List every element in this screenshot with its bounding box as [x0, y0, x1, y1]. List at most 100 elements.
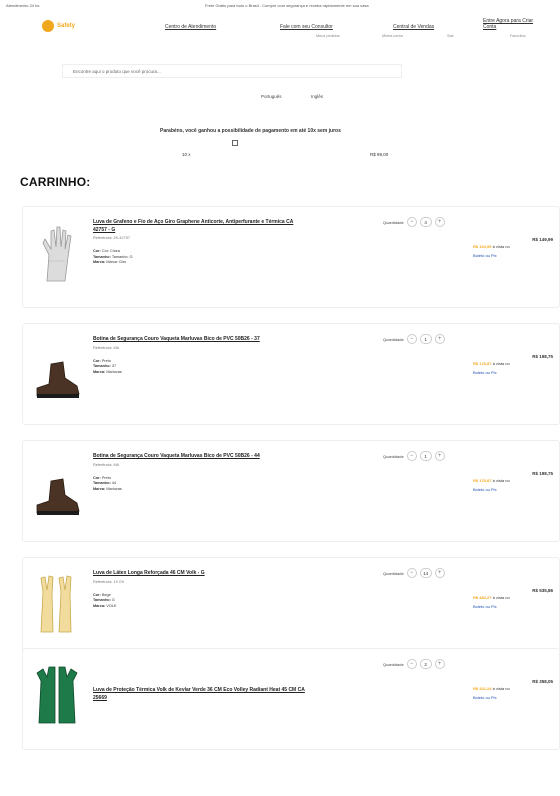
language-option-pt[interactable]: Português [261, 94, 282, 99]
attr-size: 44 [111, 481, 117, 485]
attr-label: Marca: [93, 486, 106, 491]
decrement-button[interactable]: − [406, 334, 417, 344]
quantity-value[interactable]: 1 [419, 451, 432, 461]
attr-color: Cor: Cinza [101, 249, 120, 253]
nav-link-vendas[interactable]: Central de Vendas [393, 24, 434, 30]
payment-method-link[interactable]: Boleto ou Pix [461, 604, 553, 609]
increment-button[interactable]: + [434, 568, 445, 578]
product-boot-image[interactable] [33, 455, 81, 519]
decrement-button[interactable]: − [406, 659, 417, 669]
promo-banner: Parabéns, você ganhou a possibilidade de… [160, 128, 341, 146]
payment-method-link[interactable]: Boleto ou Pix [461, 695, 553, 700]
quantity-label: Quantidade [383, 336, 404, 342]
increment-button[interactable]: + [434, 451, 445, 461]
quantity-stepper: Quantidade − 2 + [383, 659, 445, 669]
product-name[interactable]: Luva de Proteção Térmica Volk de Kevlar … [93, 687, 308, 702]
language-option-en[interactable]: Inglês [311, 94, 323, 99]
product-attributes: Cor: Cor: Cinza Tamanho: Tamanho: G Marc… [93, 249, 308, 266]
quantity-label: Quantidade [383, 570, 404, 576]
product-ref: Referência: MA [93, 345, 120, 350]
search-input[interactable]: Encontre aqui o produto que você procura… [62, 64, 402, 78]
price-total: R$ 198,75 [532, 354, 553, 359]
increment-button[interactable]: + [434, 217, 445, 227]
attr-brand: VOLK [106, 603, 117, 608]
increment-button[interactable]: + [434, 659, 445, 669]
price-discount-row: R$ 134,99 à vista no [461, 244, 553, 249]
product-name[interactable]: Luva de Grafeno e Fio de Aço Giro Graphe… [93, 219, 308, 234]
nav-link-consultor[interactable]: Fale com seu Consultor [280, 24, 333, 30]
product-name[interactable]: Botina de Segurança Couro Vaqueta Marluv… [93, 336, 308, 344]
payment-method-link[interactable]: Boleto ou Pix [461, 370, 553, 375]
quantity-value[interactable]: 2 [419, 659, 432, 669]
subnav-favoritos[interactable]: Favoritos [510, 34, 526, 38]
quantity-stepper: Quantidade − 14 + [383, 568, 445, 578]
attr-color: Preto [101, 358, 111, 363]
increment-button[interactable]: + [434, 334, 445, 344]
product-thermal-glove-image[interactable] [33, 663, 81, 727]
product-ref: Referência: 2K-42757 [93, 236, 130, 240]
product-latex-glove-image[interactable] [33, 572, 81, 636]
product-glove-image[interactable] [33, 221, 81, 285]
attr-brand: Marluvas [106, 486, 122, 491]
product-attributes: Cor: Preto Tamanho: 37 Marca: Marluvas [93, 359, 308, 376]
price-after: à vista no [492, 361, 510, 366]
decrement-button[interactable]: − [406, 451, 417, 461]
decrement-button[interactable]: − [406, 217, 417, 227]
price-after: à vista no [492, 595, 510, 600]
price-highlight: R$ 482,27 [473, 595, 492, 600]
subnav-sair[interactable]: Sair [447, 34, 454, 38]
price-block: R$ 198,75 R$ 178,87 à vista no Boleto ou… [461, 471, 553, 492]
attr-color: Bege [101, 592, 111, 597]
product-name[interactable]: Luva de Látex Longa Reforçada 46 CM Volk… [93, 570, 308, 578]
item-info: Luva de Grafeno e Fio de Aço Giro Graphe… [93, 219, 308, 266]
quantity-value[interactable]: 4 [419, 217, 432, 227]
logo-mark-icon [42, 20, 54, 32]
nav-link-criar-conta[interactable]: Entre Agora para Criar Conta [483, 18, 543, 30]
cart-item: Luva de Proteção Térmica Volk de Kevlar … [22, 648, 560, 750]
price-highlight: R$ 134,99 [473, 244, 492, 249]
info-icon[interactable] [232, 140, 238, 146]
price-total: R$ 535,86 [532, 588, 553, 593]
cart-item: Botina de Segurança Couro Vaqueta Marluv… [22, 323, 560, 425]
subnav-minha-conta[interactable]: Minha conta [382, 34, 403, 38]
attr-label: Cor: [93, 249, 101, 253]
attr-label: Tamanho: [93, 254, 111, 259]
price-after: à vista no [492, 686, 510, 691]
top-bar: Atendimento 24 hs Frete Grátis para todo… [0, 0, 560, 10]
quantity-value[interactable]: 1 [419, 334, 432, 344]
logo[interactable]: Safety [42, 20, 75, 32]
payment-method-link[interactable]: Boleto ou Pix [461, 253, 553, 258]
cart-title: CARRINHO: [20, 175, 91, 189]
price-after: à vista no [492, 478, 510, 483]
price-highlight: R$ 322,24 [473, 686, 492, 691]
cart-item: Luva de Grafeno e Fio de Aço Giro Graphe… [22, 206, 560, 308]
nav-link-atendimento[interactable]: Centro de Atendimento [165, 24, 216, 30]
item-info: Luva de Proteção Térmica Volk de Kevlar … [93, 687, 308, 702]
promo-value: R$ 89,00 [370, 152, 389, 157]
promo-text: Parabéns, você ganhou a possibilidade de… [160, 128, 341, 134]
attr-label: Cor: [93, 475, 101, 480]
payment-method-link[interactable]: Boleto ou Pix [461, 487, 553, 492]
attr-size: Tamanho: G [111, 254, 133, 259]
product-name[interactable]: Botina de Segurança Couro Vaqueta Marluv… [93, 453, 308, 461]
attr-label: Cor: [93, 358, 101, 363]
logo-text: Safety [57, 23, 76, 29]
item-info: Botina de Segurança Couro Vaqueta Marluv… [93, 336, 308, 375]
subnav-meus-pedidos[interactable]: Meus pedidos [316, 34, 340, 38]
quantity-stepper: Quantidade − 4 + [383, 217, 445, 227]
attr-label: Marca: [93, 369, 106, 374]
attr-label: Marca: [93, 260, 106, 264]
attr-label: Tamanho: [93, 364, 111, 368]
attr-label: Tamanho: [93, 481, 111, 485]
product-ref: Referência: MA [93, 462, 120, 467]
cart-item: Luva de Látex Longa Reforçada 46 CM Volk… [22, 557, 560, 659]
product-boot-image[interactable] [33, 338, 81, 402]
price-block: R$ 149,99 R$ 134,99 à vista no Boleto ou… [461, 237, 553, 258]
attr-color: Preto [101, 475, 111, 480]
top-bar-left-text: Atendimento 24 hs [6, 3, 40, 8]
price-total: R$ 358,05 [532, 679, 553, 684]
quantity-label: Quantidade [383, 453, 404, 459]
decrement-button[interactable]: − [406, 568, 417, 578]
price-discount-row: R$ 322,24 à vista no [461, 686, 553, 691]
quantity-value[interactable]: 14 [419, 568, 432, 578]
